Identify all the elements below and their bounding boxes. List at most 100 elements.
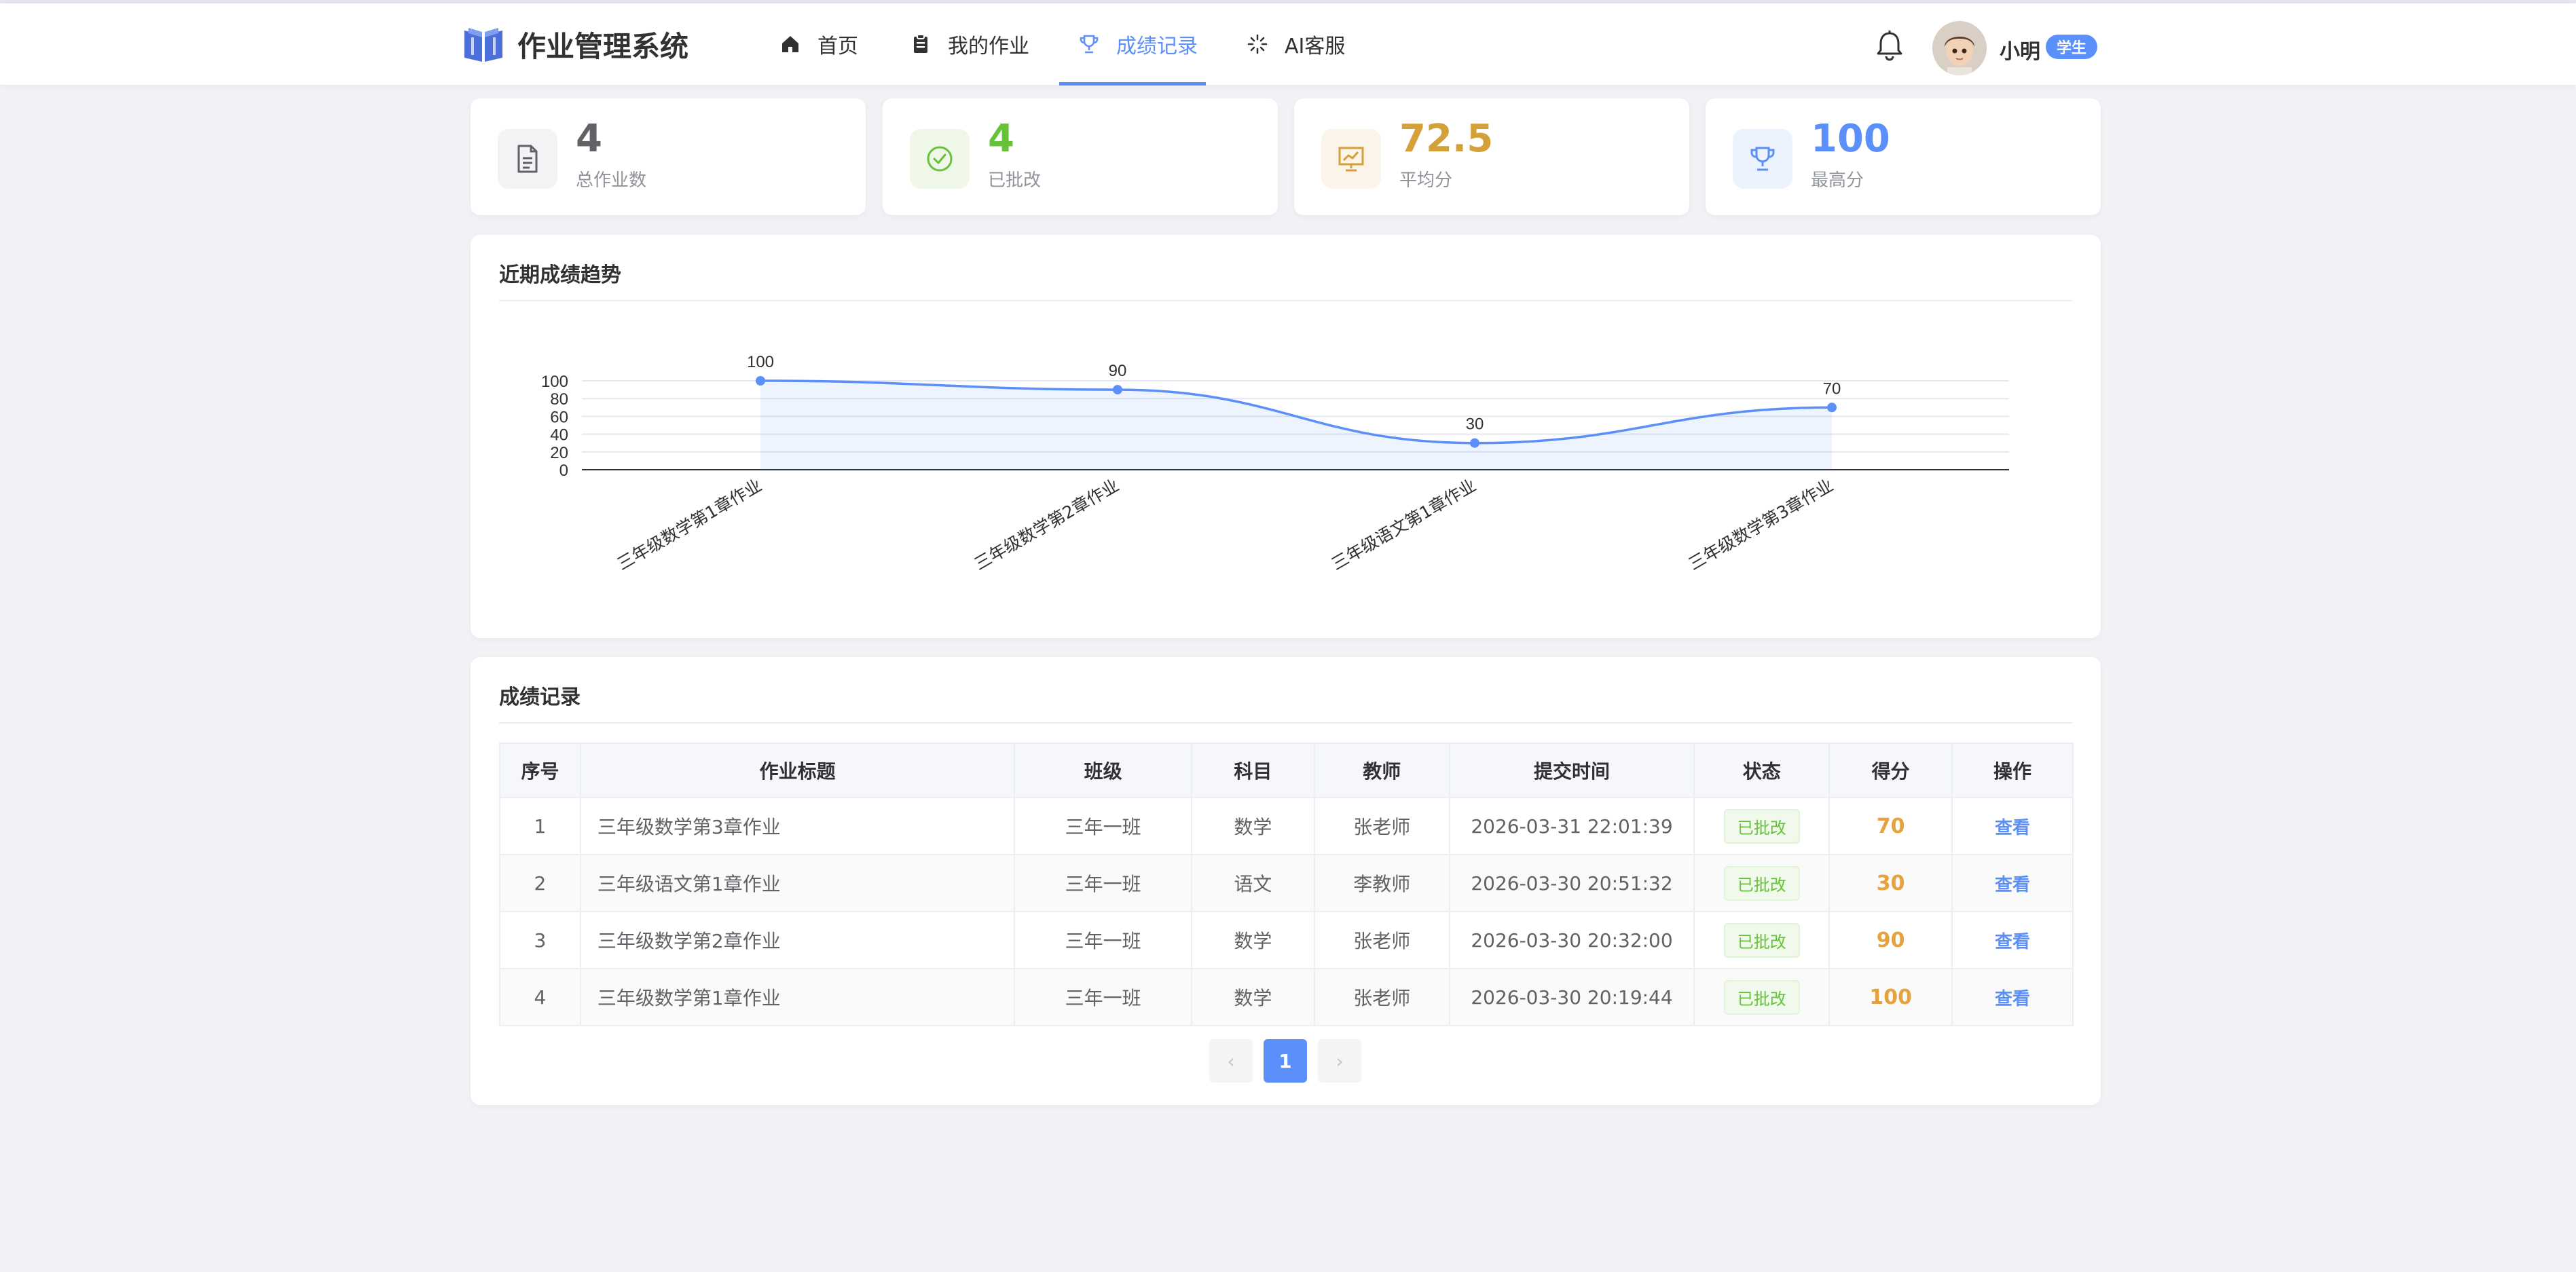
column-header: 状态 xyxy=(1693,743,1830,798)
stat-icon-bg xyxy=(1321,129,1381,189)
stat-card-graded: 4 已批改 xyxy=(883,98,1278,215)
nav-my-homework[interactable]: 我的作业 xyxy=(910,3,1029,85)
notification-bell-icon[interactable] xyxy=(1874,29,1905,62)
view-button[interactable]: 查看 xyxy=(1995,875,2030,895)
cell-action: 查看 xyxy=(1951,968,2074,1026)
cell-status: 已批改 xyxy=(1693,854,1830,912)
trend-chart: 020406080100100 903070三年级数学第1章作业 三年级数学第2章作… xyxy=(541,353,2009,574)
trophy-icon xyxy=(1750,147,1775,171)
y-tick-label: 100 xyxy=(541,373,568,391)
nav-home[interactable]: 首页 xyxy=(779,3,858,85)
brand[interactable]: 作业管理系统 xyxy=(462,24,688,64)
column-header: 操作 xyxy=(1951,743,2074,798)
view-button[interactable]: 查看 xyxy=(1995,989,2030,1009)
nav-home-label: 首页 xyxy=(817,35,858,58)
score-value: 70 xyxy=(1876,814,1905,838)
cell-class: 三年一班 xyxy=(1014,911,1192,969)
presentation-chart-icon xyxy=(1338,147,1364,172)
cell-title: 三年级数学第2章作业 xyxy=(579,911,1016,969)
table-header-row: 序号 作业标题 班级 科目 教师 提交时间 状态 得分 操作 xyxy=(499,743,2074,798)
clipboard-icon xyxy=(914,34,927,53)
column-header: 科目 xyxy=(1191,743,1315,798)
y-tick-label: 0 xyxy=(559,462,568,480)
data-point xyxy=(756,376,765,386)
data-point xyxy=(1113,385,1122,395)
stat-card-highest: 100 最高分 xyxy=(1706,98,2101,215)
nav-ai-service[interactable]: AI客服 xyxy=(1247,3,1345,85)
panel-divider xyxy=(499,722,2072,724)
nav-grade-records-label: 成绩记录 xyxy=(1116,35,1198,58)
nav-my-homework-label: 我的作业 xyxy=(948,35,1029,58)
records-title: 成绩记录 xyxy=(499,686,581,709)
role-badge: 学生 xyxy=(2046,35,2098,59)
x-tick-label: 三年级语文第1章作业 xyxy=(1328,475,1479,574)
status-badge: 已批改 xyxy=(1723,865,1800,901)
records-panel: 成绩记录 序号 作业标题 班级 科目 教师 提交时间 状态 得分 操作 1 三年… xyxy=(471,657,2101,1105)
cell-no: 3 xyxy=(499,911,581,969)
stat-card-average: 72.5 平均分 xyxy=(1294,98,1689,215)
table-row: 4 三年级数学第1章作业 三年一班 数学 张老师 2026-03-30 20:1… xyxy=(499,968,2074,1026)
view-button[interactable]: 查看 xyxy=(1995,932,2030,952)
column-header: 提交时间 xyxy=(1448,743,1695,798)
score-value: 30 xyxy=(1876,871,1905,895)
stat-value: 100 xyxy=(1811,117,1890,161)
cell-score: 70 xyxy=(1828,797,1953,855)
x-tick-label: 三年级数学第3章作业 xyxy=(1685,475,1837,574)
cell-subject: 数学 xyxy=(1191,797,1315,855)
book-logo-icon xyxy=(464,28,502,62)
stat-value: 72.5 xyxy=(1399,117,1494,161)
cell-teacher: 张老师 xyxy=(1313,911,1450,969)
app-title: 作业管理系统 xyxy=(517,29,689,63)
stat-label: 平均分 xyxy=(1399,170,1453,191)
column-header: 作业标题 xyxy=(579,743,1016,798)
cell-score: 90 xyxy=(1828,911,1953,969)
x-tick-label: 三年级数学第2章作业 xyxy=(971,475,1122,574)
column-header: 序号 xyxy=(499,743,581,798)
stat-icon-bg xyxy=(1733,129,1792,189)
grades-table: 序号 作业标题 班级 科目 教师 提交时间 状态 得分 操作 1 三年级数学第3… xyxy=(499,743,2074,1026)
trend-panel: 近期成绩趋势 0 20 40 60 80 100 100 90 30 70 三年级数学第1章作业 三年… xyxy=(471,235,2101,638)
cell-submit-time: 2026-03-30 20:19:44 xyxy=(1448,968,1695,1026)
y-tick-label: 40 xyxy=(550,426,568,445)
status-badge: 已批改 xyxy=(1723,979,1800,1015)
cell-no: 1 xyxy=(499,797,581,855)
user-avatar[interactable] xyxy=(1932,21,1987,75)
cell-submit-time: 2026-03-30 20:32:00 xyxy=(1448,911,1695,969)
status-badge: 已批改 xyxy=(1723,922,1800,958)
cell-action: 查看 xyxy=(1951,797,2074,855)
cell-status: 已批改 xyxy=(1693,797,1830,855)
cell-class: 三年一班 xyxy=(1014,968,1192,1026)
cell-teacher: 张老师 xyxy=(1313,797,1450,855)
user-name[interactable]: 小明 xyxy=(2000,35,2040,64)
cell-title: 三年级数学第1章作业 xyxy=(579,968,1016,1026)
y-tick-label: 60 xyxy=(550,408,568,426)
data-label: 100 xyxy=(747,353,774,371)
table-row: 2 三年级语文第1章作业 三年一班 语文 李教师 2026-03-30 20:5… xyxy=(499,854,2074,912)
view-button[interactable]: 查看 xyxy=(1995,818,2030,838)
stat-icon-bg xyxy=(910,129,970,189)
cell-score: 100 xyxy=(1828,968,1953,1026)
cell-status: 已批改 xyxy=(1693,911,1830,969)
cell-teacher: 李教师 xyxy=(1313,854,1450,912)
nav-grade-records[interactable]: 成绩记录 xyxy=(1078,3,1198,85)
nav-ai-service-label: AI客服 xyxy=(1285,35,1346,58)
column-header: 班级 xyxy=(1014,743,1192,798)
cell-submit-time: 2026-03-30 20:51:32 xyxy=(1448,854,1695,912)
cell-title: 三年级数学第3章作业 xyxy=(579,797,1016,855)
cell-action: 查看 xyxy=(1951,854,2074,912)
cell-teacher: 张老师 xyxy=(1313,968,1450,1026)
pagination-next-button[interactable]: › xyxy=(1318,1039,1361,1083)
cell-class: 三年一班 xyxy=(1014,797,1192,855)
pagination-prev-button[interactable]: ‹ xyxy=(1209,1039,1253,1083)
cell-subject: 数学 xyxy=(1191,911,1315,969)
pagination-page-1[interactable]: 1 xyxy=(1264,1039,1307,1083)
data-label: 30 xyxy=(1466,415,1484,434)
data-label: 70 xyxy=(1823,379,1841,398)
stat-value: 4 xyxy=(576,117,602,161)
column-header: 得分 xyxy=(1828,743,1953,798)
column-header: 教师 xyxy=(1313,743,1450,798)
score-value: 100 xyxy=(1869,985,1912,1009)
table-row: 1 三年级数学第3章作业 三年一班 数学 张老师 2026-03-31 22:0… xyxy=(499,797,2074,855)
active-nav-indicator xyxy=(1059,82,1206,86)
stat-value: 4 xyxy=(988,117,1014,161)
